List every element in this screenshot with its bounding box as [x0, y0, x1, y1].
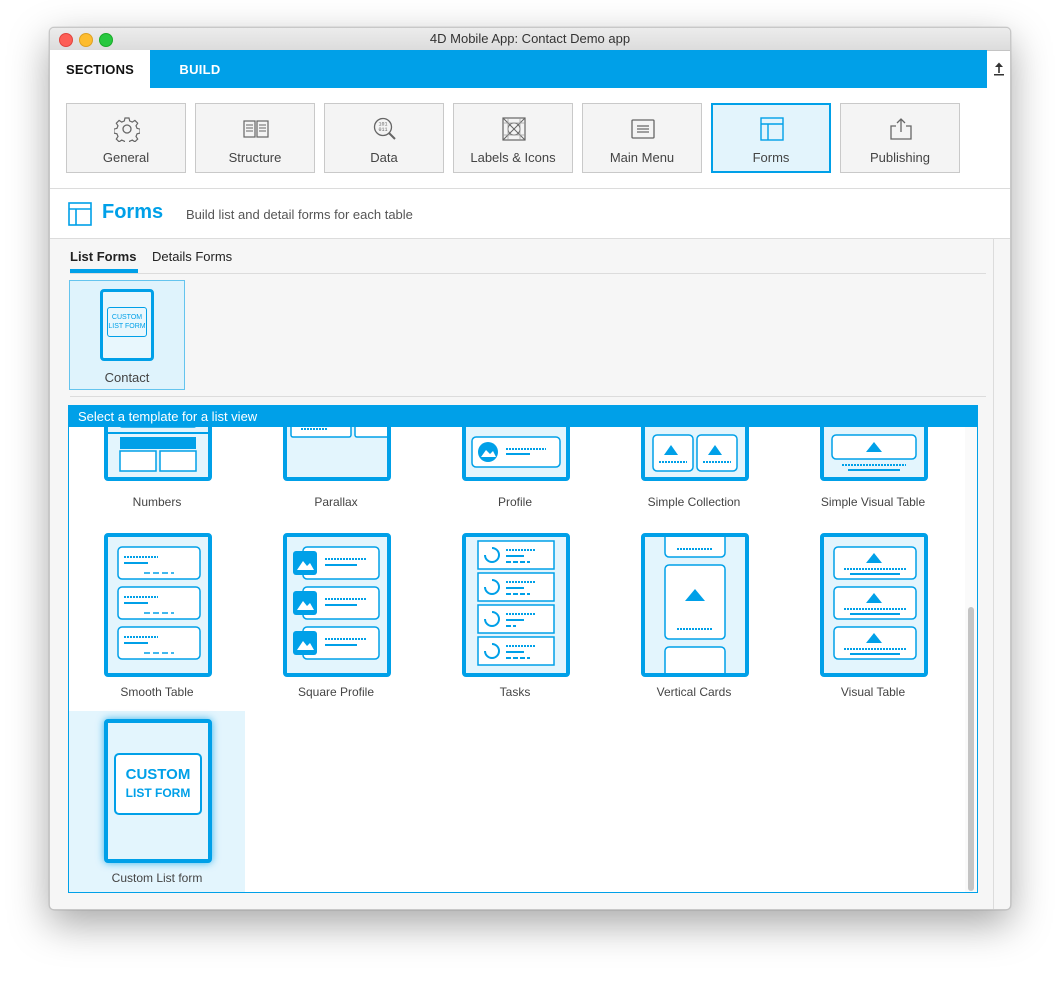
table-name: Contact: [104, 370, 150, 385]
section-label: Structure: [228, 150, 282, 165]
top-bar: SECTIONS BUILD: [50, 50, 987, 88]
template-square-profile[interactable]: Square Profile: [248, 525, 424, 707]
section-publishing[interactable]: Publishing: [840, 103, 960, 173]
divider: [70, 273, 986, 274]
section-label: Forms: [752, 150, 790, 165]
custom-list-form-thumb: CUSTOM LIST FORM: [114, 753, 202, 815]
template-thumbnail: [820, 533, 928, 677]
upload-icon[interactable]: [992, 61, 1006, 77]
template-smooth-table[interactable]: Smooth Table: [69, 525, 245, 707]
template-thumbnail: [641, 427, 749, 481]
thumb-line1: CUSTOM: [111, 314, 143, 321]
template-visual-table[interactable]: Visual Table: [785, 525, 961, 707]
template-custom-list-form[interactable]: CUSTOM LIST FORM Custom List form: [69, 711, 245, 892]
simple-collection-preview-icon: [652, 434, 738, 472]
page-title: Forms: [102, 201, 164, 223]
template-label: Profile: [497, 495, 532, 509]
visual-table-preview-icon: [833, 546, 917, 660]
template-thumbnail: [462, 533, 570, 677]
template-label: Parallax: [314, 495, 358, 509]
forms-icon: [760, 117, 784, 141]
template-grid: Numbers Parallax Profile Simple Collecti…: [69, 427, 965, 892]
template-panel: Select a template for a list view Number…: [68, 405, 978, 893]
section-label: Publishing: [870, 150, 930, 165]
smooth-table-preview-icon: [117, 546, 201, 660]
template-label: Simple Collection: [647, 495, 741, 509]
template-thumbnail: [283, 533, 391, 677]
template-thumbnail: CUSTOM LIST FORM: [104, 719, 212, 863]
template-thumbnail: [820, 427, 928, 481]
template-thumbnail: [641, 533, 749, 677]
tasks-preview-icon: [477, 540, 555, 666]
template-panel-header: Select a template for a list view: [69, 406, 977, 427]
template-thumbnail: [462, 427, 570, 481]
section-general[interactable]: General: [66, 103, 186, 173]
template-vertical-cards[interactable]: Vertical Cards: [606, 525, 782, 707]
close-window-button[interactable]: [59, 33, 73, 47]
template-thumbnail: [104, 533, 212, 677]
template-label: Vertical Cards: [656, 685, 732, 699]
divider: [70, 396, 986, 397]
structure-icon: [243, 120, 269, 138]
vertical-cards-preview-icon: [664, 537, 726, 673]
template-thumbnail: [283, 427, 391, 481]
svg-text:011: 011: [378, 127, 387, 133]
tab-details-forms[interactable]: Details Forms: [152, 249, 232, 264]
custom-list-form-thumb: CUSTOM LIST FORM: [107, 307, 147, 337]
template-label: Custom List form: [111, 871, 203, 885]
labels-icons-icon: [502, 117, 526, 141]
menu-icon: [631, 119, 655, 139]
content-border: [993, 239, 994, 909]
template-label: Smooth Table: [120, 685, 194, 699]
custom-line2: LIST FORM: [125, 786, 191, 800]
section-label: Labels & Icons: [470, 150, 556, 165]
scrollbar-thumb[interactable]: [968, 607, 974, 891]
template-scrollbar[interactable]: [965, 427, 977, 892]
simple-visual-table-preview-icon: [831, 434, 917, 471]
square-profile-preview-icon: [293, 546, 380, 660]
title-bar: 4D Mobile App: Contact Demo app: [50, 28, 1010, 51]
zoom-window-button[interactable]: [99, 33, 113, 47]
template-label: Tasks: [499, 685, 531, 699]
minimize-window-button[interactable]: [79, 33, 93, 47]
gear-icon: [114, 117, 140, 142]
template-tasks[interactable]: Tasks: [427, 525, 603, 707]
template-thumbnail: [104, 427, 212, 481]
app-window: 4D Mobile App: Contact Demo app SECTIONS…: [49, 27, 1011, 910]
tab-build[interactable]: BUILD: [150, 50, 250, 88]
template-label: Numbers: [132, 495, 182, 509]
divider: [50, 188, 1010, 189]
custom-line1: CUSTOM: [125, 766, 191, 783]
thumb-line2: LIST FORM: [108, 323, 146, 330]
page-subtitle: Build list and detail forms for each tab…: [186, 207, 413, 222]
template-label: Square Profile: [297, 685, 375, 699]
parallax-preview-icon: [290, 427, 387, 438]
tab-sections[interactable]: SECTIONS: [50, 50, 150, 88]
section-label: General: [102, 150, 150, 165]
table-item-contact[interactable]: CUSTOM LIST FORM Contact: [69, 280, 185, 390]
section-structure[interactable]: Structure: [195, 103, 315, 173]
data-search-icon: 101 011: [373, 117, 396, 140]
form-thumbnail: CUSTOM LIST FORM: [100, 289, 154, 361]
section-forms[interactable]: Forms: [711, 103, 831, 173]
publish-icon: [890, 118, 912, 140]
window-title: 4D Mobile App: Contact Demo app: [429, 31, 631, 46]
template-label: Simple Visual Table: [820, 495, 926, 509]
section-data[interactable]: 101 011 Data: [324, 103, 444, 173]
profile-preview-icon: [471, 436, 561, 468]
section-labels-icons[interactable]: Labels & Icons: [453, 103, 573, 173]
numbers-preview-icon: [108, 427, 208, 472]
forms-icon: [68, 202, 92, 226]
tab-list-forms[interactable]: List Forms: [70, 249, 136, 264]
section-label: Data: [370, 150, 398, 165]
template-label: Visual Table: [840, 685, 906, 699]
section-main-menu[interactable]: Main Menu: [582, 103, 702, 173]
section-label: Main Menu: [609, 150, 675, 165]
